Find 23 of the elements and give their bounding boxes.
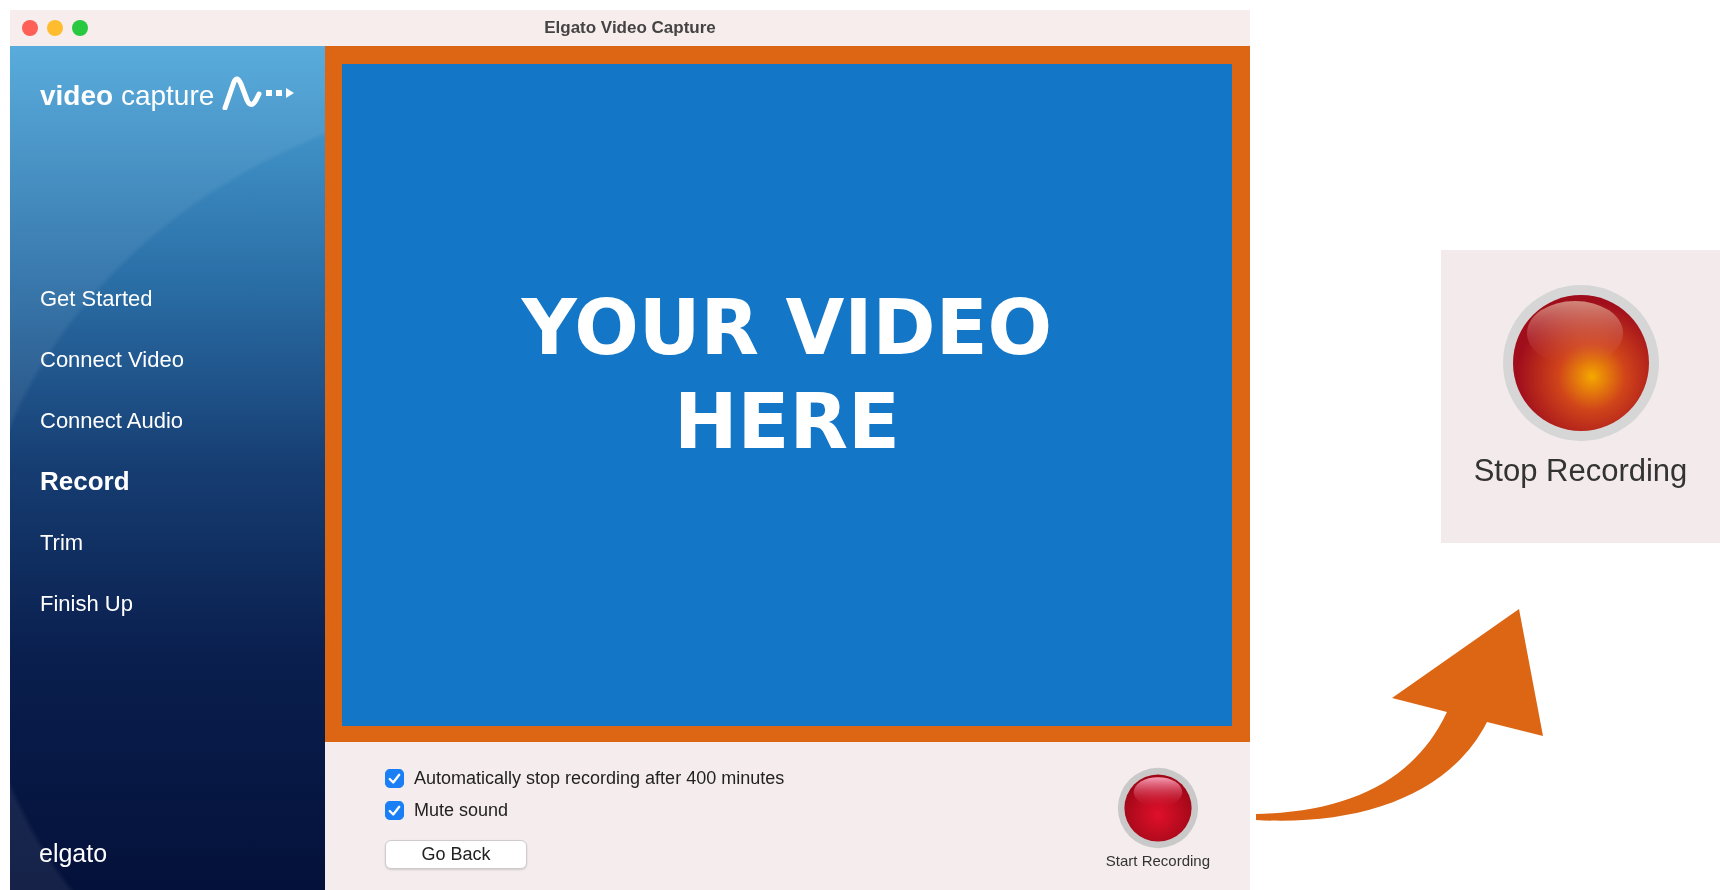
stop-recording-button[interactable]: Stop Recording (1441, 250, 1720, 543)
go-back-button[interactable]: Go Back (385, 840, 527, 869)
record-icon (1115, 766, 1200, 850)
checkbox-label: Mute sound (414, 799, 509, 821)
window-title: Elgato Video Capture (544, 18, 716, 38)
nav-item[interactable]: Record (40, 451, 130, 512)
checkbox-label: Automatically stop recording after 400 minutes (414, 767, 785, 789)
nav-item[interactable]: Connect Video (40, 329, 184, 390)
close-icon[interactable] (22, 20, 38, 36)
brand-text: elgato (38, 839, 109, 869)
checkbox[interactable] (385, 800, 404, 820)
minimize-icon[interactable] (47, 20, 63, 36)
nav-item[interactable]: Trim (40, 512, 84, 573)
nav-item[interactable]: Connect Audio (40, 390, 184, 451)
checkbox[interactable] (385, 768, 404, 788)
zoom-icon[interactable] (72, 20, 88, 36)
placeholder-text: YOUR VIDEO (521, 290, 1053, 366)
logo-text: video capture (40, 82, 215, 110)
nav-item[interactable]: Finish Up (40, 573, 133, 634)
nav-item[interactable]: Get Started (40, 268, 153, 329)
record-icon (1500, 283, 1661, 443)
placeholder-text: HERE (674, 384, 900, 460)
record-button[interactable]: Start Recording (1105, 762, 1210, 869)
